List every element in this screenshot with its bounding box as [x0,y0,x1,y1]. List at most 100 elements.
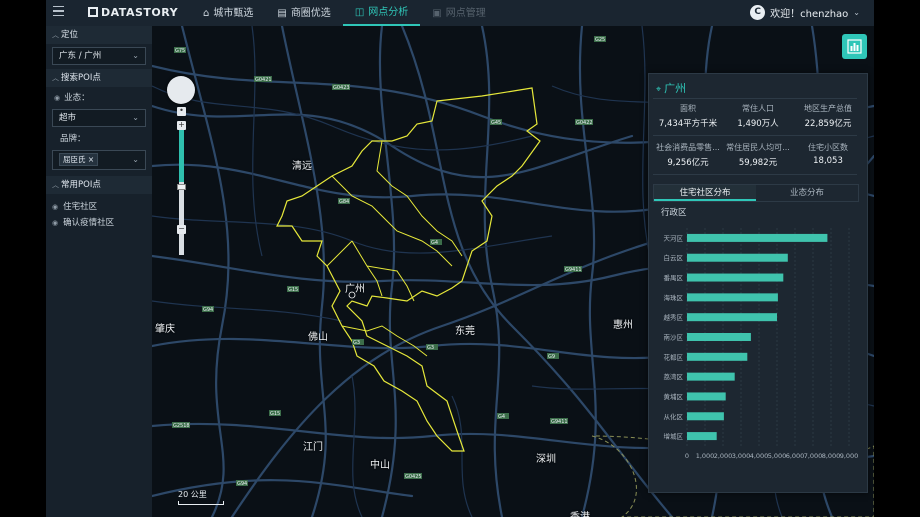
y-category-label: 海珠区 [664,293,684,302]
nav-business-district[interactable]: ▤ 商圈优选 [265,0,342,26]
section-title: 搜索POI点 [61,73,101,83]
scale-label: 20 公里 [178,490,207,499]
location-section-header[interactable]: ︿ 定位 [46,26,152,44]
panel-title: ⌖ 广州 [656,80,686,96]
bar[interactable] [687,432,717,441]
x-tick-label: 3,000 [732,452,751,460]
poi-item-residential[interactable]: ◉ 住宅社区 [46,199,152,215]
common-poi-section-header[interactable]: ︿ 常用POI点 [46,176,152,194]
zoom-slider-handle[interactable] [177,184,186,190]
location-select[interactable]: 广东 / 广州 ⌄ [52,47,146,65]
top-bar: DATASTORY ⌂ 城市甄选 ▤ 商圈优选 ◫ 网点分析 ▣ 网点管理 C 欢迎！c… [46,0,874,27]
bar[interactable] [687,333,751,341]
brand-tag[interactable]: 屈臣氏 × [59,153,99,166]
chevron-up-icon: ︿ [52,31,59,39]
nav-city-select[interactable]: ⌂ 城市甄选 [191,0,265,26]
stat-value: 9,256亿元 [667,158,709,168]
y-category-label: 荔湾区 [664,372,684,381]
nav-label: 网点分析 [368,6,409,18]
chevron-up-icon: ︿ [52,74,59,82]
city-label-jiangmen: 江门 [303,442,323,453]
eye-icon[interactable]: ◉ [54,94,60,102]
y-category-label: 天河区 [664,234,684,242]
poi-section-header[interactable]: ︿ 搜索POI点 [46,69,152,87]
chart-subtitle: 行政区 [661,208,687,218]
stat-value: 22,859亿元 [804,119,852,129]
x-tick-label: 5,000 [768,452,787,460]
city-label-huizhou: 惠州 [613,320,633,331]
sidebar: ︿ 定位 广东 / 广州 ⌄ ︿ 搜索POI点 ◉ 业态： 超市 ⌄ 品牌： 屈臣氏 × ⌄… [46,26,153,517]
svg-text:G9411: G9411 [551,419,568,425]
stat-value: 59,982元 [738,158,778,168]
bar[interactable] [687,273,784,282]
zoom-out-button[interactable]: − [177,225,186,234]
tab-residential-distribution[interactable]: 住宅社区分布 [654,185,756,201]
svg-text:G94: G94 [237,481,247,487]
eye-icon[interactable]: ◉ [52,203,58,211]
brand-select[interactable]: 屈臣氏 × ⌄ [52,150,146,170]
city-label-foshan: 佛山 [308,332,328,343]
locate-icon[interactable]: • [177,107,186,116]
stat-income: 常住居民人均可... 59,982元 [723,142,793,168]
bar[interactable] [687,392,726,401]
y-category-label: 从化区 [664,412,684,421]
x-tick-label: 9,000 [840,452,859,460]
business-select[interactable]: 超市 ⌄ [52,109,146,127]
svg-text:G0423: G0423 [333,85,350,91]
tab-business-distribution[interactable]: 业态分布 [756,185,858,201]
district-bar-chart: 0 1,000 2,000 3,000 4,000 5,000 6,000 7,000 8,00… [664,228,859,460]
stat-label: 常住人口 [742,104,774,113]
manage-icon: ▣ [432,7,442,19]
city-info-panel: ⌖ 广州 面积 7,434平方千米 常住人口 1,490万人 地区生产总值 22,859… [648,73,868,493]
svg-text:G4: G4 [498,414,505,420]
y-category-label: 番禺区 [664,274,684,282]
svg-text:G0422: G0422 [576,120,593,126]
y-category-label: 花都区 [664,352,684,361]
bar-chart-icon [847,39,862,54]
menu-icon[interactable] [53,6,64,17]
bar[interactable] [687,412,724,421]
zoom-in-button[interactable]: + [177,121,186,130]
stat-gdp: 地区生产总值 22,859亿元 [793,103,863,129]
svg-text:G94: G94 [203,307,213,313]
map-zoom-control: • + − [167,76,195,255]
y-category-label: 黄埔区 [664,392,684,401]
bar[interactable] [687,313,777,322]
user-greeting: 欢迎！chenzhao [770,9,849,20]
bar[interactable] [687,372,735,381]
nav-network-manage[interactable]: ▣ 网点管理 [420,0,497,26]
poi-item-epidemic[interactable]: ◉ 确认疫情社区 [46,215,152,231]
location-icon: ⌖ [656,85,662,95]
map-scale: 20 公里 [178,489,224,505]
zoom-slider[interactable] [177,130,186,255]
stat-population: 常住人口 1,490万人 [723,103,793,129]
svg-text:G2518: G2518 [173,423,190,429]
svg-text:G84: G84 [339,199,349,205]
user-menu[interactable]: C 欢迎！chenzhao ⌄ [750,5,860,20]
eye-icon[interactable]: ◉ [52,219,58,227]
chevron-down-icon: ⌄ [853,8,860,17]
logo: DATASTORY [88,6,178,19]
chart-panel-toggle-button[interactable] [842,34,867,59]
svg-text:G9411: G9411 [565,267,582,273]
bar[interactable] [687,293,778,302]
bar[interactable] [687,253,788,262]
zoom-slider-fill [179,130,184,182]
divider [653,98,857,99]
close-icon[interactable]: × [88,155,94,164]
compass-icon[interactable] [167,76,195,104]
bar[interactable] [687,352,748,361]
map-canvas[interactable]: G75 G0421 G0423 G25 G0422 G45 G84 G4 G94… [152,26,874,517]
bar[interactable] [687,233,828,242]
divider [653,174,857,175]
nav-network-analysis[interactable]: ◫ 网点分析 [342,0,421,26]
svg-text:G15: G15 [288,287,298,293]
svg-text:G45: G45 [491,120,501,126]
x-tick-label: 2,000 [714,452,733,460]
brand-label: 品牌： [60,134,86,144]
stat-label: 社会消费品零售... [656,143,720,152]
main-nav: ⌂ 城市甄选 ▤ 商圈优选 ◫ 网点分析 ▣ 网点管理 [191,0,498,26]
y-category-label: 南沙区 [664,333,684,342]
panel-tabs: 住宅社区分布 业态分布 [653,184,859,202]
svg-text:G0421: G0421 [255,77,272,83]
